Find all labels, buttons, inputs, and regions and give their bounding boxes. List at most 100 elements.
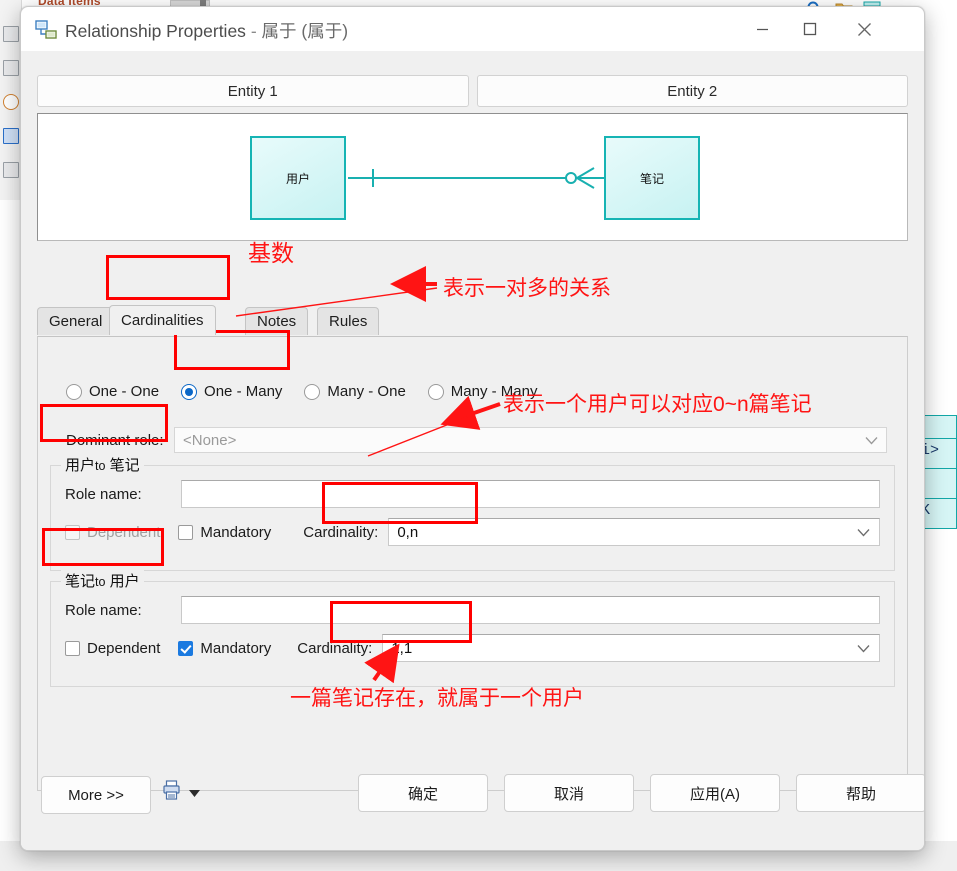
group-2-dependent-label: Dependent <box>87 639 161 657</box>
radio-one-many[interactable]: One - Many <box>181 383 282 400</box>
apply-button-label: 应用(A) <box>690 785 740 803</box>
print-icon[interactable] <box>163 780 180 805</box>
preview-entity-right: 笔记 <box>604 136 700 220</box>
dialog-title-sub: 属于 (属于) <box>261 21 349 41</box>
link-tool-icon[interactable] <box>3 162 19 178</box>
preview-crowsfoot-marker <box>564 166 608 195</box>
entity-selector: Entity 1 Entity 2 <box>37 75 908 107</box>
group-1-dependent-label: Dependent <box>87 523 161 541</box>
group-2-legend-right: 用户 <box>109 573 140 590</box>
dominant-role-value: <None> <box>183 431 237 449</box>
tab-rules[interactable]: Rules <box>317 307 380 335</box>
group-2-options-row: Dependent Mandatory Cardinality: 1,1 <box>65 634 880 662</box>
bg-palette-toolbar[interactable] <box>0 0 22 200</box>
group-1-cardinality-select[interactable]: 0,n <box>388 518 880 546</box>
chevron-down-icon <box>857 524 870 541</box>
group-2-cardinality-select[interactable]: 1,1 <box>382 634 880 662</box>
more-button[interactable]: More >> <box>41 776 151 814</box>
radio-many-one-label: Many - One <box>327 383 406 400</box>
cardinality-radio-group: One - One One - Many Many - One Many - M… <box>66 383 538 400</box>
dominant-role-select[interactable]: <None> <box>174 427 887 453</box>
role-group-note-to-user: 笔记to 用户 Role name: Dependent Mandatory C… <box>50 570 895 687</box>
tab-rules-label: Rules <box>329 313 368 330</box>
preview-entity-left: 用户 <box>250 136 346 220</box>
chevron-down-icon <box>857 640 870 657</box>
relationship-icon <box>35 20 57 40</box>
association-tool-icon[interactable] <box>3 128 19 144</box>
radio-dot-icon <box>66 383 82 400</box>
help-button[interactable]: 帮助 <box>796 774 924 812</box>
radio-dot-icon <box>427 383 444 400</box>
apply-button[interactable]: 应用(A) <box>650 774 780 812</box>
dialog-title-separator: - <box>250 21 257 41</box>
group-1-legend-right: 笔记 <box>109 457 140 474</box>
dialog-body: Entity 1 Entity 2 用户 笔记 General Cardinal… <box>21 51 924 850</box>
group-1-legend: 用户to 笔记 <box>61 454 144 475</box>
group-1-mandatory-label: Mandatory <box>200 523 272 541</box>
group-1-cardinality-value: 0,n <box>397 523 419 541</box>
cancel-button[interactable]: 取消 <box>504 774 634 812</box>
group-2-dependent-checkbox[interactable]: Dependent <box>65 640 160 657</box>
chevron-down-icon <box>865 432 878 449</box>
help-button-label: 帮助 <box>845 785 876 803</box>
group-1-cardinality-label: Cardinality: <box>303 523 379 541</box>
tab-general[interactable]: General <box>37 307 115 335</box>
tab-cardinalities[interactable]: Cardinalities <box>109 305 216 335</box>
more-button-label: More >> <box>68 786 124 804</box>
checkbox-checked-icon <box>178 640 194 656</box>
checkbox-icon <box>65 640 80 656</box>
entity-1-button[interactable]: Entity 1 <box>37 75 469 107</box>
inheritance-tool-icon[interactable] <box>3 94 19 110</box>
group-1-role-name-label: Role name: <box>65 485 142 503</box>
group-2-legend-mid: to <box>95 575 106 589</box>
tab-notes-label: Notes <box>257 313 297 330</box>
group-1-dependent-checkbox[interactable]: Dependent <box>65 524 160 541</box>
cancel-button-label: 取消 <box>553 785 584 803</box>
group-2-cardinality-value: 1,1 <box>391 639 413 657</box>
entity-2-button[interactable]: Entity 2 <box>476 75 908 107</box>
tab-notes[interactable]: Notes <box>245 307 309 335</box>
dominant-role-row: Dominant role: <None> <box>66 427 887 453</box>
dominant-role-label: Dominant role: <box>66 431 164 449</box>
preview-entity-right-label: 笔记 <box>639 171 664 186</box>
group-1-role-name-input[interactable] <box>181 480 880 508</box>
dialog-footer: More >> 确定 取消 应用(A) 帮助 <box>21 760 924 850</box>
radio-one-one-label: One - One <box>89 383 160 400</box>
relationship-preview: 用户 笔记 <box>37 113 908 241</box>
dialog-titlebar[interactable]: Relationship Properties - 属于 (属于) <box>21 7 924 51</box>
entity-2-label: Entity 2 <box>667 82 718 100</box>
radio-dot-icon <box>304 383 321 400</box>
checkbox-icon <box>65 524 80 540</box>
group-2-mandatory-checkbox[interactable]: Mandatory <box>178 640 271 657</box>
radio-many-many[interactable]: Many - Many <box>427 383 538 400</box>
caret-down-icon[interactable] <box>189 784 200 802</box>
radio-many-one[interactable]: Many - One <box>304 383 406 400</box>
radio-one-many-label: One - Many <box>204 383 283 400</box>
role-group-user-to-note: 用户to 笔记 Role name: Dependent Mandatory C… <box>50 454 895 571</box>
ok-button[interactable]: 确定 <box>358 774 488 812</box>
group-2-legend: 笔记to 用户 <box>61 570 144 591</box>
checkbox-icon <box>178 524 194 540</box>
group-2-legend-left: 笔记 <box>65 573 96 590</box>
group-2-mandatory-label: Mandatory <box>200 639 272 657</box>
group-2-role-name-input[interactable] <box>181 596 880 624</box>
preview-one-marker <box>372 169 374 187</box>
ok-button-label: 确定 <box>407 785 438 803</box>
entity-tool-icon[interactable] <box>3 26 19 42</box>
tab-general-label: General <box>49 313 103 330</box>
dialog-title-main: Relationship Properties <box>65 21 246 41</box>
radio-one-one[interactable]: One - One <box>66 383 159 400</box>
relationship-tool-icon[interactable] <box>3 60 19 76</box>
print-tool-group[interactable] <box>163 780 200 805</box>
cardinalities-panel: One - One One - Many Many - One Many - M… <box>37 336 908 791</box>
minimize-button[interactable] <box>738 7 786 51</box>
group-1-mandatory-checkbox[interactable]: Mandatory <box>178 524 271 541</box>
maximize-button[interactable] <box>786 7 834 51</box>
close-button[interactable] <box>840 7 888 51</box>
group-2-role-name-row: Role name: <box>65 596 880 624</box>
tab-cardinalities-label: Cardinalities <box>121 312 204 329</box>
radio-many-many-label: Many - Many <box>450 383 538 400</box>
property-tabs: General Cardinalities Notes Rules <box>37 305 908 335</box>
preview-entity-left-label: 用户 <box>285 171 310 186</box>
relationship-properties-dialog: Relationship Properties - 属于 (属于) Entity… <box>20 6 925 851</box>
